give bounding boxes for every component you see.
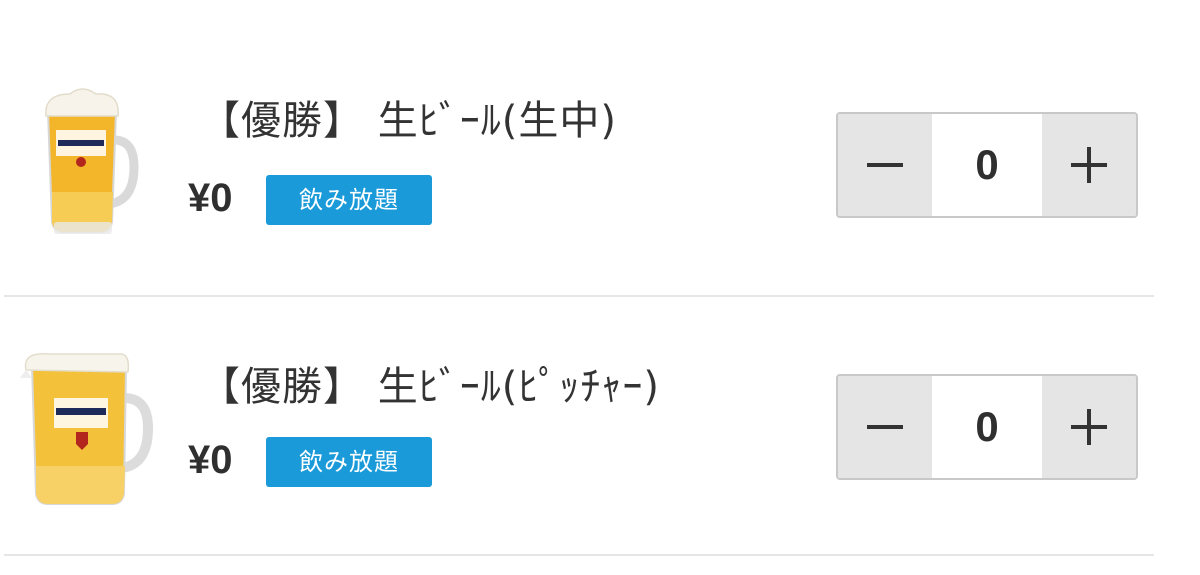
divider <box>4 295 1154 297</box>
increment-button[interactable] <box>1042 114 1136 216</box>
quantity-stepper: 0 <box>836 374 1138 480</box>
beer-pitcher-icon <box>18 348 158 508</box>
item-price: ¥0 <box>188 438 233 482</box>
quantity-value[interactable]: 0 <box>932 114 1042 216</box>
all-you-can-drink-badge: 飲み放題 <box>266 175 432 225</box>
menu-item: 【優勝】 生ﾋﾞｰﾙ(ﾋﾟｯﾁｬｰ) ¥0 飲み放題 0 <box>0 298 1200 556</box>
plus-icon <box>1071 147 1107 183</box>
quantity-stepper: 0 <box>836 112 1138 218</box>
divider <box>4 554 1154 556</box>
decrement-button[interactable] <box>838 114 932 216</box>
item-title: 【優勝】 生ﾋﾞｰﾙ(生中) <box>200 98 617 144</box>
increment-button[interactable] <box>1042 376 1136 478</box>
item-price: ¥0 <box>188 176 233 220</box>
menu-item: 【優勝】 生ﾋﾞｰﾙ(生中) ¥0 飲み放題 0 <box>0 0 1200 296</box>
decrement-button[interactable] <box>838 376 932 478</box>
item-title: 【優勝】 生ﾋﾞｰﾙ(ﾋﾟｯﾁｬｰ) <box>200 364 660 410</box>
minus-icon <box>867 163 903 167</box>
beer-mug-icon <box>30 82 150 242</box>
minus-icon <box>867 425 903 429</box>
plus-icon <box>1071 409 1107 445</box>
quantity-value[interactable]: 0 <box>932 376 1042 478</box>
all-you-can-drink-badge: 飲み放題 <box>266 437 432 487</box>
